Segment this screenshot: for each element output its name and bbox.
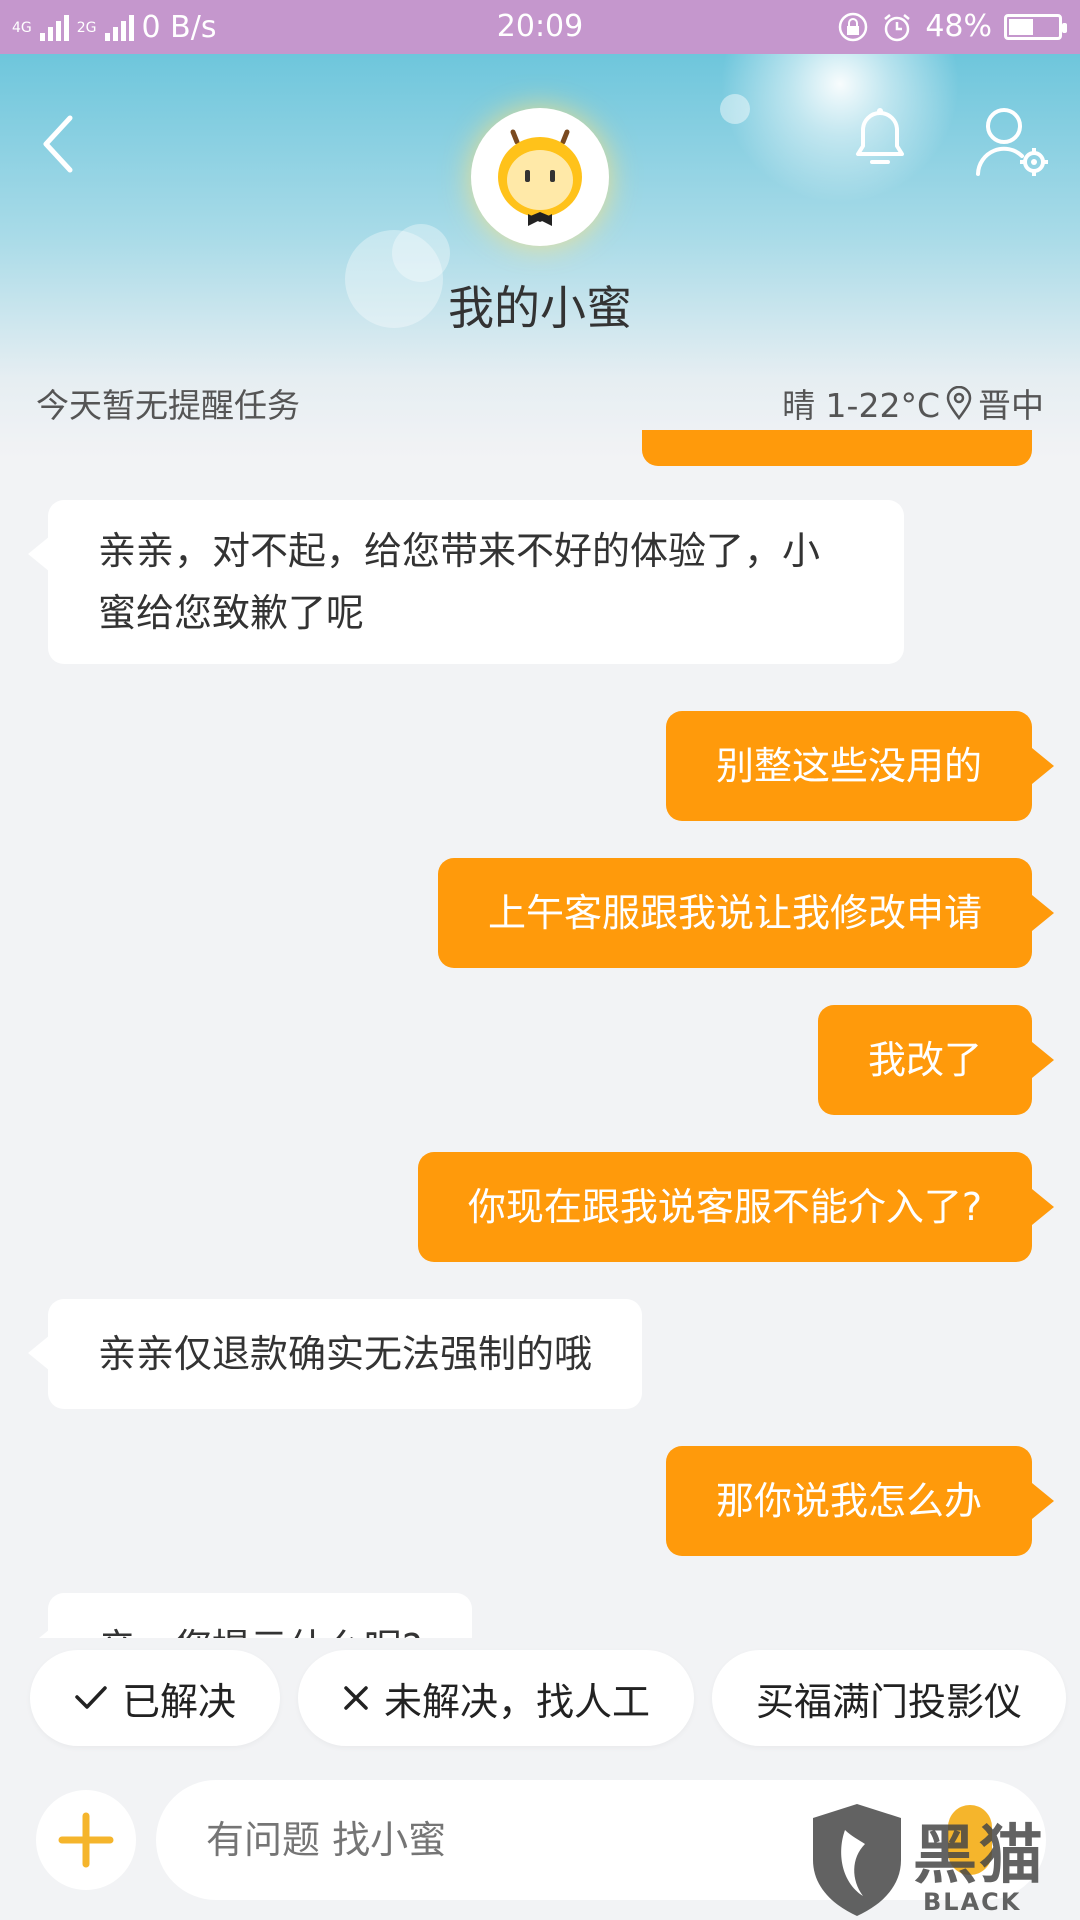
- quick-reply-resolved[interactable]: 已解决: [30, 1650, 281, 1746]
- close-icon: [344, 1686, 368, 1710]
- message-text: 你现在跟我说客服不能介入了?: [467, 1185, 982, 1229]
- reminder-text[interactable]: 今天暂无提醒任务: [36, 379, 300, 427]
- header: 我的小蜜 今天暂无提醒任务 晴 1-22°C 晋中: [0, 54, 1080, 460]
- chat-bubble-user-partial: [642, 430, 1032, 466]
- message-text: 那你说我怎么办: [715, 1479, 982, 1523]
- notification-button[interactable]: [848, 104, 912, 184]
- message-text: 亲，您提示什么呢?: [98, 1626, 422, 1638]
- chat-bubble-user[interactable]: 别整这些没用的: [665, 711, 1055, 821]
- page-title: 我的小蜜: [448, 281, 632, 335]
- weather-text: 晴 1-22°C: [782, 386, 940, 425]
- chat-bubble-bot[interactable]: 亲亲仅退款确实无法强制的哦: [27, 1299, 643, 1409]
- message-text: 别整这些没用的: [715, 744, 982, 788]
- avatar[interactable]: [471, 108, 609, 246]
- back-button[interactable]: [40, 104, 100, 184]
- chat-bubble-user[interactable]: 那你说我怎么办: [665, 1446, 1055, 1556]
- chat-bubble-user[interactable]: 我改了: [817, 1005, 1055, 1115]
- chat-bubble-bot[interactable]: 亲亲，对不起，给您带来不好的体验了，小蜜给您致歉了呢: [28, 500, 904, 664]
- location-pin-icon: [946, 386, 972, 420]
- chat-bubble-bot[interactable]: 亲，您提示什么呢?: [27, 1593, 473, 1638]
- user-settings-button[interactable]: [972, 102, 1052, 182]
- message-text: 上午客服跟我说让我修改申请: [487, 891, 982, 935]
- add-button[interactable]: [36, 1790, 136, 1890]
- watermark-subtext: BLACK CAT: [923, 1888, 1022, 1920]
- sparkle-decoration: [720, 94, 750, 124]
- xiaomi-mascot-icon: [498, 129, 582, 226]
- chat-list[interactable]: 亲亲，对不起，给您带来不好的体验了，小蜜给您致歉了呢 别整这些没用的 上午客服跟…: [0, 430, 1080, 1638]
- sun-decoration: [720, 54, 960, 204]
- chat-bubble-user[interactable]: 你现在跟我说客服不能介入了?: [417, 1152, 1055, 1262]
- message-text: 我改了: [867, 1038, 982, 1082]
- lock-rotation-icon: [839, 12, 868, 41]
- message-text: 亲亲仅退款确实无法强制的哦: [98, 1332, 593, 1376]
- status-bar: 4G 2G 0 B/s 20:09 48%: [0, 0, 1080, 54]
- plus-icon: [58, 1812, 114, 1868]
- quick-reply-bar: 已解决 未解决，找人工 买福满门投影仪: [30, 1650, 1067, 1746]
- cat-shield-icon: [813, 1804, 901, 1916]
- watermark-text: 黑猫: [913, 1819, 1045, 1893]
- alarm-icon: [884, 13, 911, 41]
- weather-info[interactable]: 晴 1-22°C 晋中: [782, 379, 1044, 427]
- quick-reply-label: 已解决: [122, 1679, 237, 1724]
- location-text: 晋中: [978, 386, 1044, 425]
- message-text: 亲亲，对不起，给您带来不好的体验了，小蜜给您致歉了呢: [98, 529, 821, 635]
- battery-icon: [1004, 13, 1067, 40]
- chevron-left-icon: [43, 115, 73, 173]
- quick-reply-unresolved[interactable]: 未解决，找人工: [298, 1650, 695, 1746]
- black-cat-watermark: 黑猫 BLACK CAT: [805, 1800, 1080, 1920]
- quick-reply-label: 买福满门投影仪: [756, 1679, 1023, 1724]
- user-settings-icon: [976, 108, 1048, 176]
- battery-percent: 48%: [925, 9, 992, 44]
- chat-bubble-user[interactable]: 上午客服跟我说让我修改申请: [437, 858, 1055, 968]
- quick-reply-label: 未解决，找人工: [384, 1679, 651, 1724]
- bell-icon: [856, 108, 904, 164]
- quick-reply-projector[interactable]: 买福满门投影仪: [712, 1650, 1067, 1746]
- check-icon: [75, 1686, 107, 1709]
